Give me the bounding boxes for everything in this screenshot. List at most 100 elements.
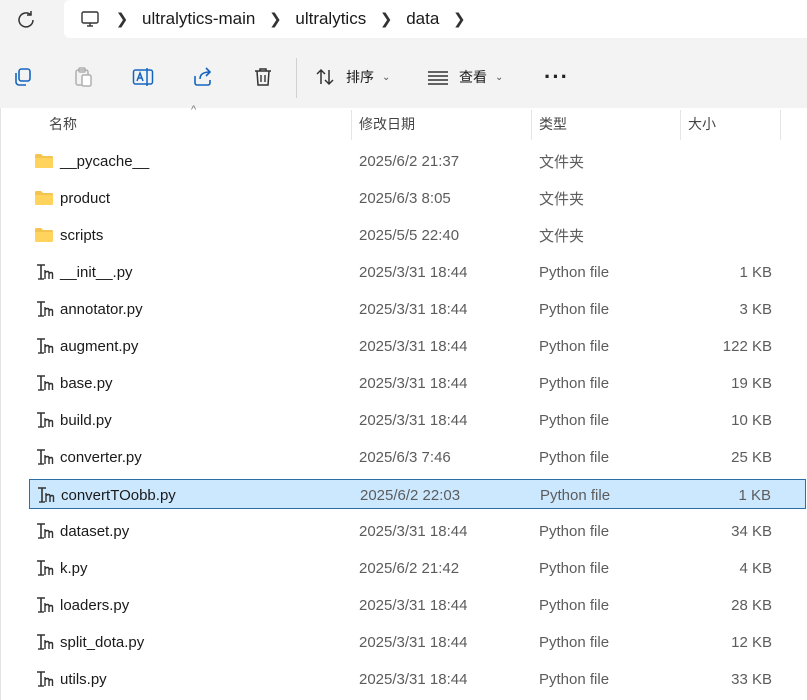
file-row[interactable]: scripts 2025/5/5 22:40 文件夹 xyxy=(29,220,806,250)
file-name: dataset.py xyxy=(60,522,130,540)
file-size: 1 KB xyxy=(738,486,771,504)
more-options-button[interactable]: ··· xyxy=(544,46,569,108)
file-row[interactable]: converter.py 2025/6/3 7:46 Python file 25 K… xyxy=(29,442,806,472)
sort-icon xyxy=(316,68,334,86)
file-name: loaders.py xyxy=(60,596,130,614)
breadcrumb-item[interactable]: ultralytics xyxy=(295,9,366,29)
file-date: 2025/3/31 18:44 xyxy=(359,374,468,392)
file-size: 19 KB xyxy=(731,374,772,392)
address-bar[interactable]: ❯ ultralytics-main ❯ ultralytics ❯ data … xyxy=(64,0,807,38)
file-date: 2025/6/3 7:46 xyxy=(359,448,451,466)
column-divider[interactable] xyxy=(351,110,352,140)
file-row[interactable]: augment.py 2025/3/31 18:44 Python file 122 … xyxy=(29,331,806,361)
chevron-right-icon[interactable]: ❯ xyxy=(255,10,295,28)
sort-ascending-icon: ^ xyxy=(191,104,197,116)
toolbar-divider xyxy=(296,58,297,98)
python-file-icon xyxy=(34,373,54,393)
copy-button[interactable] xyxy=(12,46,34,108)
file-type: Python file xyxy=(539,559,610,577)
folder-icon xyxy=(34,151,54,171)
file-row[interactable]: dataset.py 2025/3/31 18:44 Python file 34 K… xyxy=(29,516,806,546)
file-name: __pycache__ xyxy=(60,152,150,170)
file-name: converter.py xyxy=(60,448,142,466)
file-name: annotator.py xyxy=(60,300,143,318)
file-row[interactable]: utils.py 2025/3/31 18:44 Python file 33 KB xyxy=(29,664,806,694)
python-file-icon xyxy=(34,669,54,689)
python-file-icon xyxy=(34,521,54,541)
chevron-down-icon: ⌄ xyxy=(495,71,504,83)
column-header-row: ^ 名称 修改日期 类型 大小 xyxy=(1,104,807,140)
column-header-type[interactable]: 类型 xyxy=(539,108,567,140)
file-row[interactable]: product 2025/6/3 8:05 文件夹 xyxy=(29,183,806,213)
file-date: 2025/3/31 18:44 xyxy=(359,596,468,614)
file-row[interactable]: base.py 2025/3/31 18:44 Python file 19 KB xyxy=(29,368,806,398)
chevron-right-icon[interactable]: ❯ xyxy=(439,10,479,28)
rename-button[interactable] xyxy=(132,46,154,108)
column-divider[interactable] xyxy=(680,110,681,140)
list-view-icon xyxy=(428,71,448,85)
chevron-down-icon: ⌄ xyxy=(382,71,391,83)
file-type: 文件夹 xyxy=(539,153,585,171)
file-row[interactable]: k.py 2025/6/2 21:42 Python file 4 KB xyxy=(29,553,806,583)
file-date: 2025/6/2 22:03 xyxy=(360,486,461,504)
python-file-icon xyxy=(34,262,54,282)
file-list: ^ 名称 修改日期 类型 大小 __pycache__ 2025/6/2 21:3… xyxy=(0,104,807,700)
breadcrumb-item[interactable]: ultralytics-main xyxy=(142,9,255,29)
view-button[interactable]: 查看 ⌄ xyxy=(427,46,503,108)
column-divider[interactable] xyxy=(780,110,781,140)
file-type: Python file xyxy=(539,670,610,688)
column-header-name[interactable]: 名称 xyxy=(49,108,77,140)
column-header-size[interactable]: 大小 xyxy=(688,108,716,140)
file-row[interactable]: split_dota.py 2025/3/31 18:44 Python file 1… xyxy=(29,627,806,657)
breadcrumb-item[interactable]: data xyxy=(406,9,439,29)
file-size: 34 KB xyxy=(731,522,772,540)
sort-button[interactable]: 排序 ⌄ xyxy=(314,46,390,108)
file-type: 文件夹 xyxy=(539,190,585,208)
sort-label: 排序 xyxy=(346,69,374,85)
chevron-right-icon[interactable]: ❯ xyxy=(102,10,142,28)
view-label: 查看 xyxy=(459,69,487,85)
file-type: Python file xyxy=(539,374,610,392)
file-name: product xyxy=(60,189,111,207)
file-name: base.py xyxy=(60,374,113,392)
file-name: utils.py xyxy=(60,670,107,688)
file-row[interactable]: convertTOobb.py 2025/6/2 22:03 Python file… xyxy=(29,479,806,509)
file-row[interactable]: annotator.py 2025/3/31 18:44 Python file 3 … xyxy=(29,294,806,324)
delete-button[interactable] xyxy=(252,46,274,108)
file-row[interactable]: __init__.py 2025/3/31 18:44 Python file 1 K… xyxy=(29,257,806,287)
file-date: 2025/6/2 21:37 xyxy=(359,152,460,170)
paste-button[interactable] xyxy=(72,46,94,108)
file-date: 2025/5/5 22:40 xyxy=(359,226,460,244)
python-file-icon xyxy=(34,632,54,652)
file-row[interactable]: build.py 2025/3/31 18:44 Python file 10 KB xyxy=(29,405,806,435)
file-row[interactable]: __pycache__ 2025/6/2 21:37 文件夹 xyxy=(29,146,806,176)
file-size: 4 KB xyxy=(739,559,772,577)
copy-icon xyxy=(15,68,31,86)
file-size: 33 KB xyxy=(731,670,772,688)
file-row[interactable]: loaders.py 2025/3/31 18:44 Python file 28 K… xyxy=(29,590,806,620)
file-size: 1 KB xyxy=(739,263,772,281)
address-row: ❯ ultralytics-main ❯ ultralytics ❯ data … xyxy=(0,0,807,46)
paste-icon xyxy=(75,67,92,87)
file-date: 2025/6/2 21:42 xyxy=(359,559,460,577)
file-date: 2025/3/31 18:44 xyxy=(359,337,468,355)
file-date: 2025/3/31 18:44 xyxy=(359,522,468,540)
folder-icon xyxy=(34,225,54,245)
column-header-date[interactable]: 修改日期 xyxy=(359,108,415,140)
share-button[interactable] xyxy=(192,46,214,108)
refresh-button[interactable] xyxy=(12,6,40,34)
python-file-icon xyxy=(34,595,54,615)
file-size: 25 KB xyxy=(731,448,772,466)
python-file-icon xyxy=(34,558,54,578)
file-name: build.py xyxy=(60,411,112,429)
this-pc-icon[interactable] xyxy=(80,8,102,30)
file-type: Python file xyxy=(539,263,610,281)
file-type: Python file xyxy=(539,522,610,540)
chevron-right-icon[interactable]: ❯ xyxy=(366,10,406,28)
file-name: k.py xyxy=(60,559,88,577)
python-file-icon xyxy=(34,336,54,356)
file-size: 122 KB xyxy=(722,337,772,355)
file-type: Python file xyxy=(539,448,610,466)
file-size: 3 KB xyxy=(739,300,772,318)
column-divider[interactable] xyxy=(531,110,532,140)
